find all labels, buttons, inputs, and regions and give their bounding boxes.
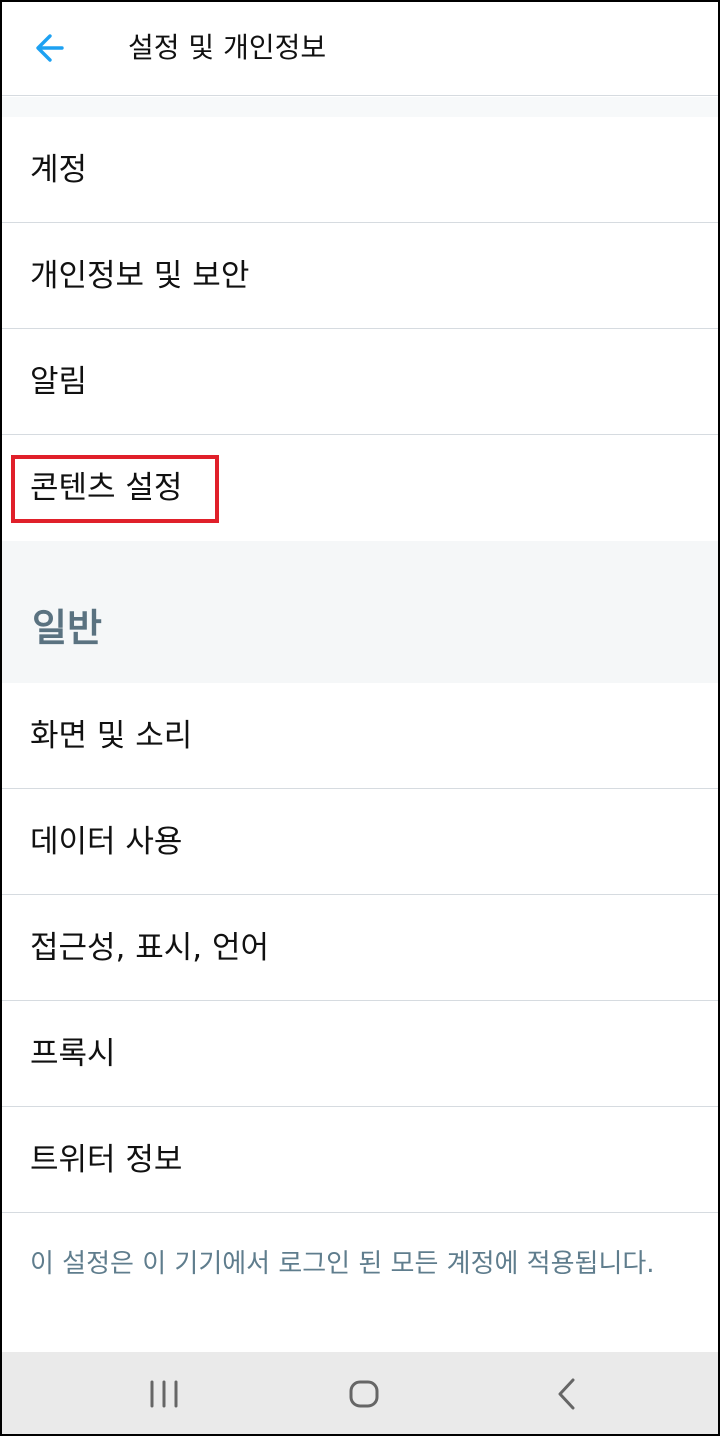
menu-item-label: 프록시 (30, 1036, 116, 1072)
app-screen: 설정 및 개인정보 계정 개인정보 및 보안 알림 콘텐츠 설정 일반 화면 및… (0, 0, 720, 1436)
page-title: 설정 및 개인정보 (128, 31, 327, 64)
account-settings-list: 계정 개인정보 및 보안 알림 콘텐츠 설정 (2, 117, 718, 541)
menu-item-accessibility[interactable]: 접근성, 표시, 언어 (2, 895, 718, 1001)
menu-item-label: 콘텐츠 설정 (30, 470, 183, 506)
back-button[interactable] (30, 28, 70, 68)
recent-apps-icon (150, 1380, 178, 1408)
general-settings-list: 화면 및 소리 데이터 사용 접근성, 표시, 언어 프록시 트위터 정보 (2, 683, 718, 1213)
menu-item-label: 트위터 정보 (30, 1142, 183, 1178)
arrow-left-icon (36, 34, 64, 62)
menu-item-label: 화면 및 소리 (30, 718, 193, 754)
system-nav-bar (2, 1352, 718, 1434)
home-button[interactable] (344, 1374, 384, 1414)
menu-item-label: 개인정보 및 보안 (30, 258, 250, 294)
menu-item-proxy[interactable]: 프록시 (2, 1001, 718, 1107)
section-header-general: 일반 (2, 541, 718, 683)
menu-item-privacy-security[interactable]: 개인정보 및 보안 (2, 223, 718, 329)
menu-item-label: 계정 (30, 152, 88, 188)
top-app-bar: 설정 및 개인정보 (2, 2, 718, 96)
menu-item-label: 접근성, 표시, 언어 (30, 930, 270, 966)
menu-item-display-sound[interactable]: 화면 및 소리 (2, 683, 718, 789)
top-spacer (2, 97, 718, 117)
menu-item-data-usage[interactable]: 데이터 사용 (2, 789, 718, 895)
menu-item-notifications[interactable]: 알림 (2, 329, 718, 435)
menu-item-about-twitter[interactable]: 트위터 정보 (2, 1107, 718, 1213)
recent-apps-button[interactable] (144, 1374, 184, 1414)
system-back-button[interactable] (547, 1374, 587, 1414)
home-icon (349, 1380, 379, 1408)
menu-item-label: 데이터 사용 (30, 824, 183, 860)
back-chevron-icon (558, 1378, 575, 1410)
section-title: 일반 (32, 606, 102, 650)
menu-item-account[interactable]: 계정 (2, 117, 718, 223)
settings-footnote: 이 설정은 이 기기에서 로그인 된 모든 계정에 적용됩니다. (30, 1249, 655, 1279)
menu-item-label: 알림 (30, 364, 88, 400)
menu-item-content-settings[interactable]: 콘텐츠 설정 (2, 435, 718, 541)
